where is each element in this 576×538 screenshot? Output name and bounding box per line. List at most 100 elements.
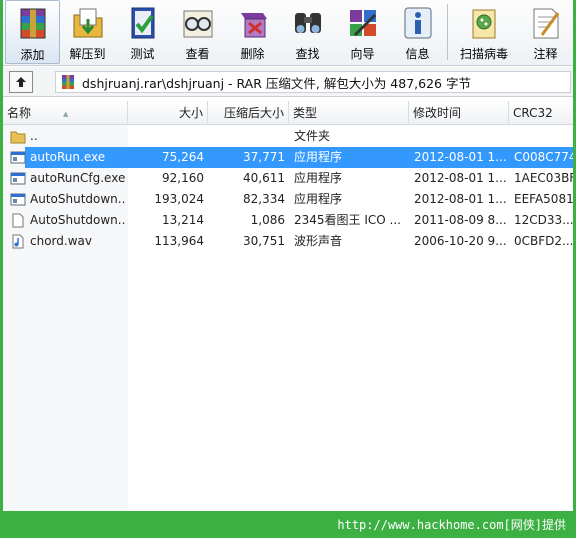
- column-modified-label: 修改时间: [413, 106, 462, 120]
- file-packed-size: [208, 126, 285, 147]
- list-item[interactable]: chord.wav 113,964 30,751 波形声音 2006-10-20…: [3, 231, 573, 252]
- info-button[interactable]: 信息: [390, 0, 445, 64]
- file-name: autoRun.exe: [30, 150, 106, 164]
- winrar-window: 添加 解压到 测试 查看 删除 查找 向导 信息 扫描病毒 注释 dshjrua…: [0, 0, 576, 538]
- column-packed-label: 压缩后大小: [223, 106, 284, 120]
- file-modified: 2012-08-01 1...: [414, 171, 507, 185]
- file-crc32: C008C774: [514, 150, 573, 164]
- virus-scan-button[interactable]: 扫描病毒: [450, 0, 518, 64]
- sort-ascending-icon: ▲: [63, 110, 69, 118]
- file-packed-size: 1,086: [250, 213, 285, 227]
- status-bar: http://www.hackhome.com[网侠]提供: [0, 511, 576, 538]
- column-name[interactable]: 名称 ▲: [3, 101, 128, 125]
- info-icon: [400, 5, 436, 41]
- comment-icon: [528, 5, 564, 41]
- column-type[interactable]: 类型: [289, 101, 409, 125]
- rar-archive-icon: [62, 75, 74, 89]
- ico-file-icon: [10, 213, 26, 228]
- add-archive-icon: [15, 6, 51, 42]
- toolbar-separator: [447, 4, 448, 60]
- comment-button[interactable]: 注释: [518, 0, 573, 64]
- wav-file-icon: [10, 234, 26, 249]
- file-packed-size: 40,611: [243, 171, 285, 185]
- file-crc32: [514, 126, 573, 147]
- file-size: 193,024: [154, 192, 204, 206]
- watermark-text: http://www.hackhome.com[网侠]提供: [337, 518, 566, 532]
- test-button-label: 测试: [130, 47, 155, 61]
- file-type: 文件夹: [294, 129, 331, 143]
- delete-button[interactable]: 删除: [225, 0, 280, 64]
- file-crc32: EEFA5081: [514, 192, 573, 206]
- delete-button-label: 删除: [240, 47, 265, 61]
- info-button-label: 信息: [405, 47, 430, 61]
- wizard-button[interactable]: 向导: [335, 0, 390, 64]
- file-modified: 2006-10-20 9...: [414, 234, 507, 248]
- file-packed-size: 30,751: [243, 234, 285, 248]
- file-crc32: 0CBFD2...: [514, 234, 573, 248]
- virus-scan-button-label: 扫描病毒: [459, 47, 508, 61]
- list-item[interactable]: AutoShutdown... 193,024 82,334 应用程序 2012…: [3, 189, 573, 210]
- view-button-label: 查看: [185, 47, 210, 61]
- find-button[interactable]: 查找: [280, 0, 335, 64]
- extract-to-button[interactable]: 解压到: [60, 0, 115, 64]
- up-arrow-icon: [16, 77, 26, 87]
- file-size: [128, 126, 204, 147]
- comment-button-label: 注释: [533, 47, 558, 61]
- folder-up-icon: [10, 129, 26, 144]
- list-item[interactable]: autoRunCfg.exe 92,160 40,611 应用程序 2012-0…: [3, 168, 573, 189]
- test-icon: [125, 5, 161, 41]
- column-name-label: 名称: [7, 106, 32, 120]
- path-text: dshjruanj.rar\dshjruanj - RAR 压缩文件, 解包大小…: [82, 75, 471, 91]
- column-size[interactable]: 大小: [128, 101, 208, 125]
- file-list: 名称 ▲ 大小 压缩后大小 类型 修改时间 CRC32 .. 文件夹 autoR…: [3, 101, 573, 511]
- find-button-label: 查找: [295, 47, 320, 61]
- file-type: 应用程序: [294, 192, 343, 206]
- file-size: 92,160: [162, 171, 204, 185]
- file-type: 应用程序: [294, 171, 343, 185]
- file-modified: 2012-08-01 1...: [414, 150, 507, 164]
- file-modified: [414, 126, 508, 147]
- file-modified: 2012-08-01 1...: [414, 192, 507, 206]
- test-button[interactable]: 测试: [115, 0, 170, 64]
- virus-scan-icon: [466, 5, 502, 41]
- exe-icon: [10, 171, 26, 186]
- exe-icon: [10, 192, 26, 207]
- file-crc32: 1AEC03BF: [514, 171, 573, 185]
- delete-icon: [235, 5, 271, 41]
- toolbar: 添加 解压到 测试 查看 删除 查找 向导 信息 扫描病毒 注释: [3, 0, 573, 66]
- column-packed[interactable]: 压缩后大小: [208, 101, 289, 125]
- list-item-selected[interactable]: autoRun.exe 75,264 37,771 应用程序 2012-08-0…: [3, 147, 573, 168]
- find-icon: [290, 5, 326, 41]
- file-packed-size: 82,334: [243, 192, 285, 206]
- file-name: AutoShutdown...: [30, 192, 126, 206]
- file-size: 13,214: [162, 213, 204, 227]
- file-crc32: 12CD33...: [514, 213, 573, 227]
- add-button-label: 添加: [20, 48, 45, 62]
- file-name: autoRunCfg.exe: [30, 171, 126, 185]
- list-item[interactable]: .. 文件夹: [3, 126, 573, 147]
- file-type: 2345看图王 ICO ...: [294, 213, 401, 227]
- up-folder-button[interactable]: [9, 71, 33, 93]
- wizard-button-label: 向导: [350, 47, 375, 61]
- file-name: ..: [30, 129, 38, 143]
- column-crc32[interactable]: CRC32: [509, 101, 573, 125]
- column-modified[interactable]: 修改时间: [409, 101, 509, 125]
- column-header: 名称 ▲ 大小 压缩后大小 类型 修改时间 CRC32: [3, 101, 573, 125]
- column-type-label: 类型: [293, 106, 318, 120]
- wizard-icon: [345, 5, 381, 41]
- path-field[interactable]: dshjruanj.rar\dshjruanj - RAR 压缩文件, 解包大小…: [55, 71, 571, 93]
- file-type: 波形声音: [294, 234, 343, 248]
- file-type: 应用程序: [294, 150, 343, 164]
- file-name: chord.wav: [30, 234, 92, 248]
- extract-to-button-label: 解压到: [69, 47, 106, 61]
- list-item[interactable]: AutoShutdown... 13,214 1,086 2345看图王 ICO…: [3, 210, 573, 231]
- exe-icon: [10, 150, 26, 165]
- column-crc32-label: CRC32: [513, 106, 553, 120]
- file-modified: 2011-08-09 8...: [414, 213, 507, 227]
- address-bar: dshjruanj.rar\dshjruanj - RAR 压缩文件, 解包大小…: [3, 67, 573, 97]
- view-button[interactable]: 查看: [170, 0, 225, 64]
- file-name: AutoShutdown...: [30, 213, 126, 227]
- add-button[interactable]: 添加: [5, 0, 60, 64]
- view-icon: [180, 5, 216, 41]
- extract-to-icon: [70, 5, 106, 41]
